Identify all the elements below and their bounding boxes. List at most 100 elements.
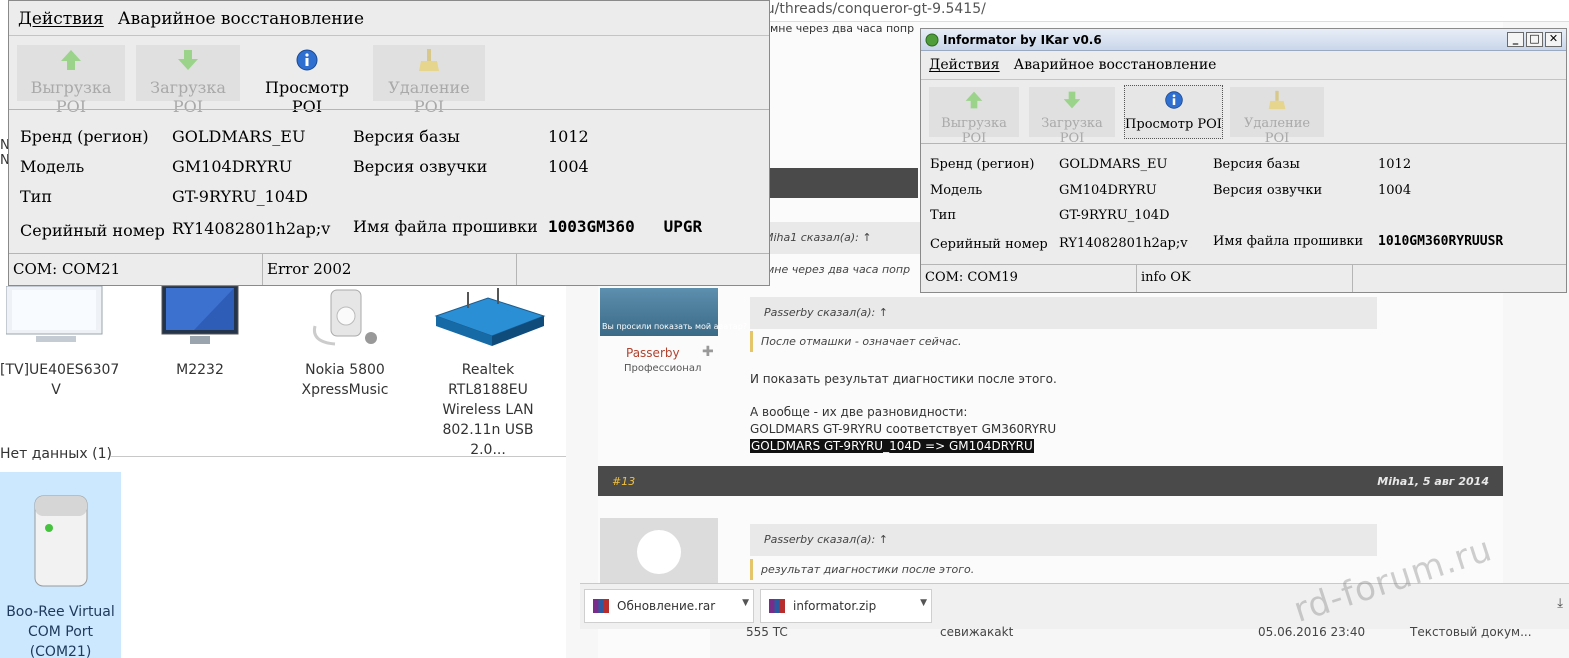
device-tv[interactable]: [TV]UE40ES6307 V xyxy=(0,285,119,400)
quote-header-2: Passerby сказал(а): ↑ xyxy=(750,297,1377,329)
device-realtek[interactable]: Realtek RTL8188EU Wireless LAN 802.11n U… xyxy=(424,286,552,460)
menu-bar: Действия Аварийное восстановление xyxy=(18,9,769,29)
quote-body-3: результат диагностики после этого. xyxy=(750,559,982,580)
db-version-value: 1012 xyxy=(548,127,589,146)
download-item-obnovlenie[interactable]: Обновление.rar ▼ xyxy=(584,589,754,623)
device-boo-ree[interactable]: Boo-Ree Virtual COM Port (COM21) xyxy=(0,472,121,658)
menu-divider xyxy=(9,35,769,36)
model-value: GM104DRYRU xyxy=(1059,183,1157,198)
view-poi-button[interactable]: Просмотр POI xyxy=(249,45,365,116)
view-poi-button[interactable]: Просмотр POI xyxy=(1124,85,1223,139)
type-label: Тип xyxy=(20,187,52,206)
device-nokia[interactable]: Nokia 5800 XpressMusic xyxy=(290,286,400,400)
post-text-4: GOLDMARS GT-9RYRU_104D => GM104DRYRU xyxy=(750,439,1034,453)
download-poi-button[interactable]: Загрузка POI xyxy=(1029,87,1115,146)
menu-emergency-recovery[interactable]: Аварийное восстановление xyxy=(118,9,364,29)
title-bar[interactable]: Informator by IKar v0.6 _ □ ✕ xyxy=(921,29,1566,51)
arrow-up-icon xyxy=(61,50,81,70)
address-bar[interactable]: ru/threads/conqueror-gt-9.5415/ xyxy=(760,0,1569,22)
info-icon xyxy=(1164,91,1183,109)
db-version-label: Версия базы xyxy=(1213,157,1300,172)
file-list-row: 555 TC ceвижакаkt 05.06.2016 23:40 Текст… xyxy=(710,625,1569,658)
window-title: Informator by IKar v0.6 xyxy=(943,33,1102,47)
menu-divider xyxy=(921,79,1566,80)
voice-version-label: Версия озвучки xyxy=(1213,183,1323,198)
usb-device-icon xyxy=(34,495,87,587)
brand-value: GOLDMARS_EU xyxy=(172,127,306,146)
type-label: Тип xyxy=(930,208,956,223)
status-extra xyxy=(517,254,769,285)
minimize-button[interactable]: _ xyxy=(1507,32,1524,47)
brand-value: GOLDMARS_EU xyxy=(1059,157,1168,172)
quote-header-3: Passerby сказал(а): ↑ xyxy=(750,524,1377,556)
quote-body-2: После отмашки - означает сейчас. xyxy=(750,331,970,352)
arrow-up-icon xyxy=(965,91,983,109)
media-player-icon xyxy=(312,289,377,346)
group-divider xyxy=(110,456,566,457)
person-silhouette-icon xyxy=(637,530,681,574)
monitor-icon xyxy=(161,285,239,344)
arrow-down-icon xyxy=(1063,91,1081,109)
monitor-icon xyxy=(5,285,103,342)
plus-icon[interactable]: ✚ xyxy=(702,344,714,360)
brand-label: Бренд (регион) xyxy=(20,127,149,146)
menu-bar: Действия Аварийное восстановление xyxy=(929,57,1566,73)
user-rank: Профессионал xyxy=(624,363,702,374)
wireless-router-icon xyxy=(434,288,546,346)
voice-version-label: Версия озвучки xyxy=(353,157,488,176)
download-icon[interactable]: ⤓ xyxy=(1557,596,1563,611)
toolbar: Выгрузка POI Загрузка POI Просмотр POI У… xyxy=(9,45,769,116)
db-version-value: 1012 xyxy=(1378,157,1412,172)
delete-poi-button[interactable]: Удаление POI xyxy=(373,45,485,116)
group-label: Нет данных (1) xyxy=(0,446,112,462)
default-avatar xyxy=(600,518,718,584)
delete-poi-button[interactable]: Удаление POI xyxy=(1230,87,1324,146)
model-label: Модель xyxy=(20,157,85,176)
status-bar: COM: COM19 info OK xyxy=(921,264,1566,292)
info-icon xyxy=(296,49,318,71)
status-com-port: COM: COM21 xyxy=(9,254,263,285)
brand-label: Бренд (регион) xyxy=(930,157,1035,172)
close-button[interactable]: ✕ xyxy=(1545,32,1562,47)
informator-window-right: Informator by IKar v0.6 _ □ ✕ Действия А… xyxy=(920,28,1567,293)
type-value: GT-9RYRU_104D xyxy=(1059,208,1170,223)
status-com-port: COM: COM19 xyxy=(921,265,1137,292)
broom-icon xyxy=(419,49,439,71)
informator-window-left: Действия Аварийное восстановление Выгруз… xyxy=(8,0,770,286)
menu-emergency-recovery[interactable]: Аварийное восстановление xyxy=(1014,57,1217,73)
arrow-down-icon xyxy=(178,50,198,70)
device-m2232[interactable]: M2232 xyxy=(148,285,252,380)
post-text-1: И показать результат диагностики после э… xyxy=(750,372,1057,386)
voice-version-value: 1004 xyxy=(1378,183,1412,198)
chevron-down-icon[interactable]: ▼ xyxy=(742,598,749,608)
firmware-file-label: Имя файла прошивки xyxy=(1213,234,1364,249)
db-version-label: Версия базы xyxy=(353,127,460,146)
status-extra xyxy=(1353,265,1566,292)
menu-actions[interactable]: Действия xyxy=(18,9,104,29)
type-value: GT-9RYRU_104D xyxy=(172,187,308,206)
maximize-button[interactable]: □ xyxy=(1526,32,1543,47)
post-number[interactable]: #13 xyxy=(612,475,635,488)
serial-value: RY14082801h2ap;v xyxy=(172,219,331,238)
model-value: GM104DRYRU xyxy=(172,157,293,176)
toolbar: Выгрузка POI Загрузка POI Просмотр POI У… xyxy=(921,85,1566,146)
toolbar-divider xyxy=(921,143,1566,144)
firmware-file-value: 1010GM360RYRUUSR xyxy=(1378,234,1504,249)
status-bar: COM: COM21 Error 2002 xyxy=(9,253,769,285)
post-text-3: GOLDMARS GT-9RYRU соответствует GM360RYR… xyxy=(750,422,1057,436)
app-icon xyxy=(925,33,939,47)
download-poi-button[interactable]: Загрузка POI xyxy=(136,45,240,116)
post-text-2: А вообще - их две разновидности: xyxy=(750,405,968,419)
user-avatar: Вы просили показать мой аватар? xyxy=(600,288,747,336)
status-message: Error 2002 xyxy=(263,254,517,285)
rar-archive-icon xyxy=(593,599,609,613)
user-name-link[interactable]: Passerby xyxy=(626,346,680,360)
voice-version-value: 1004 xyxy=(548,157,589,176)
toolbar-divider xyxy=(9,109,769,110)
upload-poi-button[interactable]: Выгрузка POI xyxy=(929,87,1019,146)
post-meta: Miha1, 5 авг 2014 xyxy=(1377,475,1489,488)
download-item-informator[interactable]: informator.zip ▼ xyxy=(760,589,932,623)
menu-actions[interactable]: Действия xyxy=(929,57,1000,73)
chevron-down-icon[interactable]: ▼ xyxy=(920,598,927,608)
upload-poi-button[interactable]: Выгрузка POI xyxy=(17,45,125,116)
